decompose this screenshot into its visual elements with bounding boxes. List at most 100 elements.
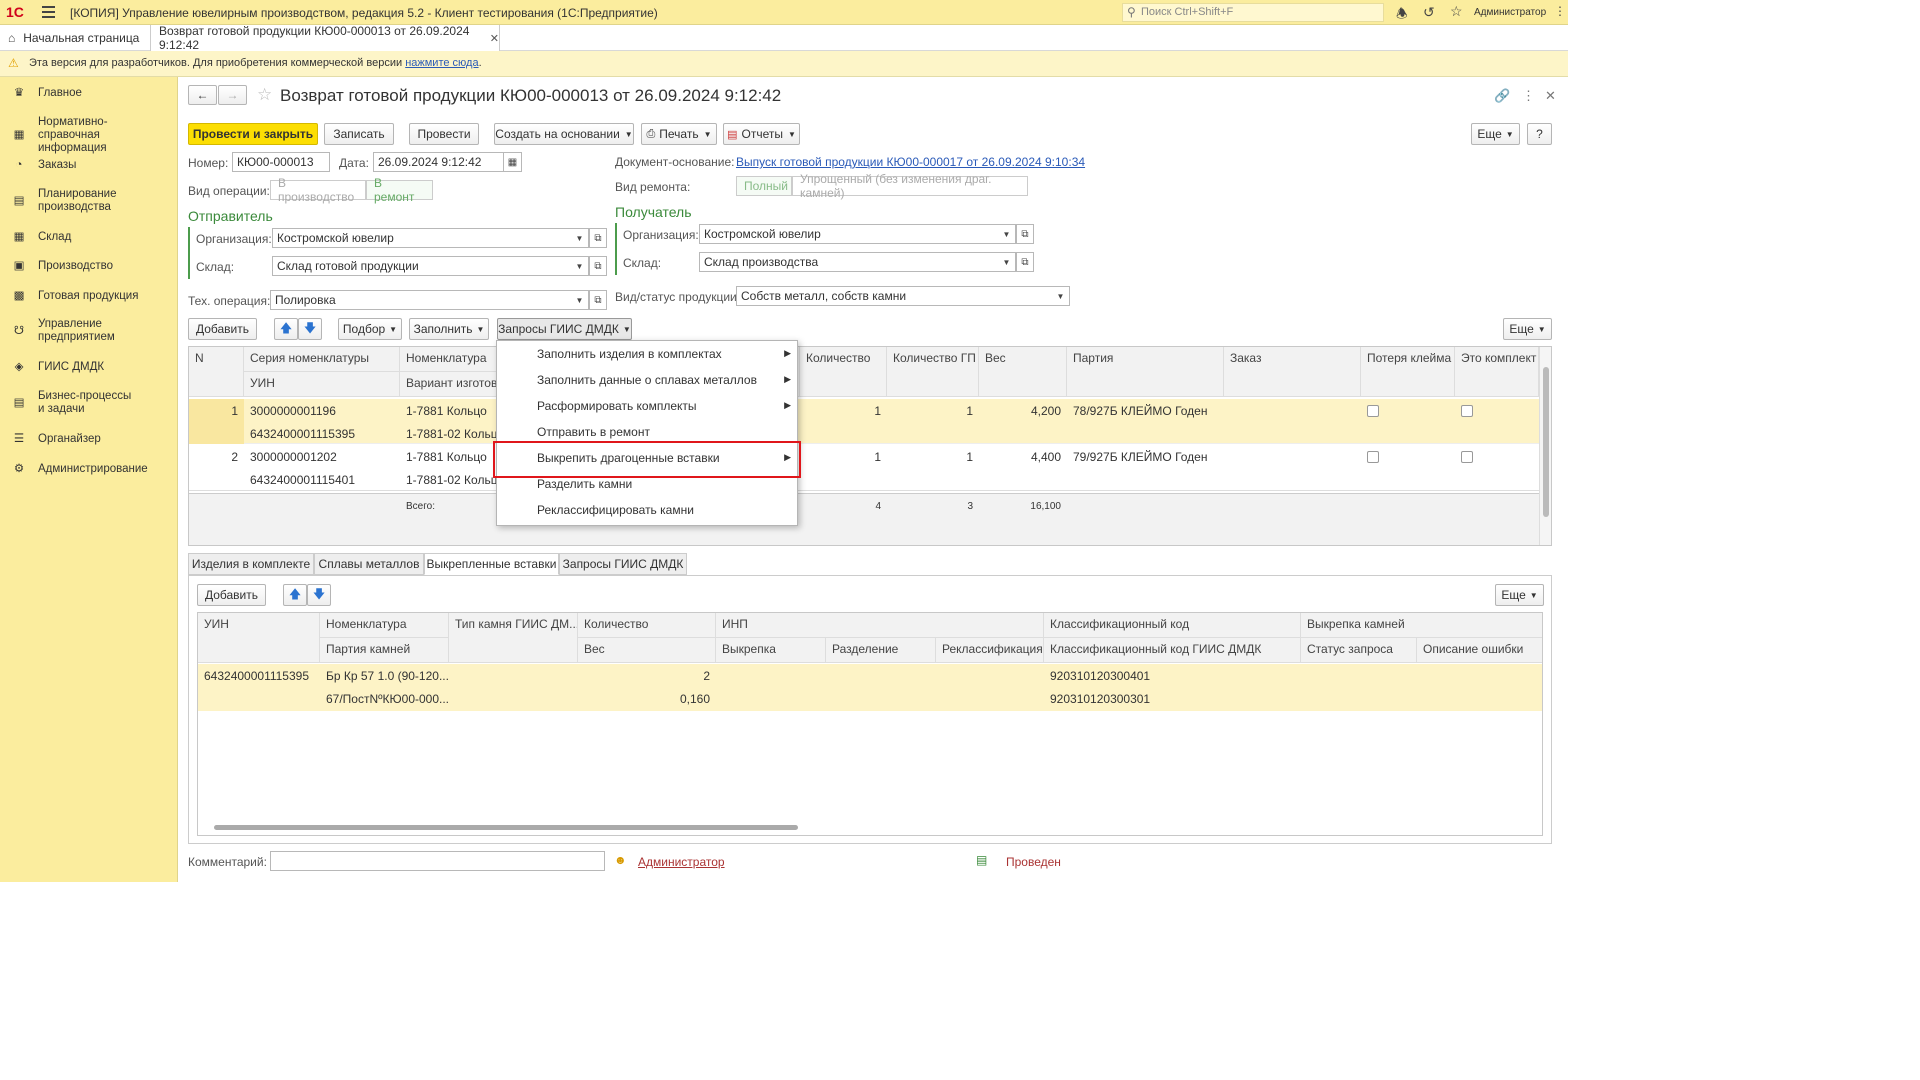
- chevron-down-icon[interactable]: ▼: [571, 290, 589, 310]
- receiver-org-field[interactable]: Костромской ювелир: [699, 224, 999, 244]
- col-qty[interactable]: Количество: [800, 347, 887, 397]
- sender-wh-field[interactable]: Склад готовой продукции: [272, 256, 572, 276]
- col-nom[interactable]: Номенклатура: [320, 613, 449, 638]
- table-row[interactable]: 1 3000000001196 6432400001115395 1-7881 …: [189, 399, 1539, 444]
- search-input[interactable]: Поиск Ctrl+Shift+F: [1141, 6, 1233, 18]
- vertical-scrollbar[interactable]: [1539, 347, 1551, 545]
- op-to-repair[interactable]: В ремонт: [366, 176, 433, 204]
- open-icon[interactable]: ⧉: [589, 290, 607, 310]
- col-req-status[interactable]: Статус запроса: [1301, 638, 1417, 663]
- window-menu-icon[interactable]: ⋮: [1554, 4, 1566, 18]
- bell-icon[interactable]: 🕭: [1396, 5, 1408, 27]
- create-based-button[interactable]: Создать на основании ▼: [494, 123, 634, 145]
- tab-giis-requests[interactable]: Запросы ГИИС ДМДК: [559, 553, 687, 575]
- tab-alloys[interactable]: Сплавы металлов: [314, 553, 424, 575]
- more-button[interactable]: Еще ▼: [1471, 123, 1520, 145]
- col-nom[interactable]: Номенклатура: [400, 347, 500, 372]
- post-and-close-button[interactable]: Провести и закрыть: [188, 123, 318, 145]
- chevron-down-icon[interactable]: ▼: [571, 256, 589, 276]
- products-table[interactable]: N Серия номенклатуры УИН Номенклатура Ва…: [188, 346, 1552, 546]
- add-button[interactable]: Добавить: [188, 318, 257, 340]
- menu-item-fill-alloys[interactable]: Заполнить данные о сплавах металлов ▶: [497, 368, 797, 394]
- sender-org-field[interactable]: Костромской ювелир: [272, 228, 572, 248]
- chevron-down-icon[interactable]: ▼: [998, 224, 1016, 244]
- menu-item-reclass-stones[interactable]: Реклассифицировать камни: [497, 498, 797, 524]
- table-row[interactable]: 2 3000000001202 6432400001115401 1-7881 …: [189, 445, 1539, 491]
- menu-item-fill-kits[interactable]: Заполнить изделия в комплектах ▶: [497, 342, 797, 368]
- sidebar-item-admin[interactable]: ⚙ Администрирование: [0, 462, 178, 476]
- sidebar-item-warehouse[interactable]: ▦ Склад: [0, 230, 178, 244]
- help-button[interactable]: ?: [1527, 123, 1552, 145]
- col-kit[interactable]: Это комплект: [1455, 347, 1539, 397]
- close-tab-icon[interactable]: ✕: [490, 32, 499, 45]
- lost-mark-checkbox[interactable]: [1367, 405, 1379, 417]
- col-lost-mark[interactable]: Потеря клейма: [1361, 347, 1455, 397]
- author-link[interactable]: Администратор: [638, 855, 725, 869]
- tab-kit-items[interactable]: Изделия в комплекте: [188, 553, 314, 575]
- back-button[interactable]: ←: [188, 85, 217, 105]
- col-vykrepka[interactable]: Выкрепка: [716, 638, 826, 663]
- sidebar-item-orders[interactable]: ◔ Заказы: [0, 158, 178, 172]
- sidebar-item-planning[interactable]: ▤ Планирование производства: [0, 188, 178, 214]
- chevron-down-icon[interactable]: ▼: [998, 252, 1016, 272]
- techop-field[interactable]: Полировка: [270, 290, 572, 310]
- global-search[interactable]: ⚲ Поиск Ctrl+Shift+F: [1122, 3, 1384, 22]
- col-split[interactable]: Разделение: [826, 638, 936, 663]
- print-button[interactable]: ⎙ Печать ▼: [641, 123, 717, 145]
- col-stone-type[interactable]: Тип камня ГИИС ДМ...: [449, 613, 578, 663]
- pick-button[interactable]: Подбор ▼: [338, 318, 402, 340]
- repair-simplified[interactable]: Упрощенный (без изменения драг. камней): [792, 172, 1028, 200]
- col-series[interactable]: Серия номенклатуры: [244, 347, 400, 372]
- col-order[interactable]: Заказ: [1224, 347, 1361, 397]
- table-row[interactable]: 6432400001115395 Бр Кр 57 1.0 (90-120...…: [198, 664, 1542, 711]
- main-menu-icon[interactable]: [42, 6, 55, 18]
- chevron-down-icon[interactable]: ▼: [571, 228, 589, 248]
- sidebar-item-management[interactable]: ☋ Управление предприятием: [0, 318, 178, 344]
- sidebar-item-giis[interactable]: ◈ ГИИС ДМДК: [0, 360, 178, 374]
- user-name[interactable]: Администратор: [1474, 7, 1546, 18]
- favorites-star-icon[interactable]: ☆: [1450, 3, 1463, 20]
- col-n[interactable]: N: [189, 347, 244, 397]
- giis-requests-button[interactable]: Запросы ГИИС ДМДК ▼: [497, 318, 632, 340]
- calendar-icon[interactable]: ▦: [504, 152, 522, 172]
- col-class-code-giis[interactable]: Классификационный код ГИИС ДМДК: [1044, 638, 1301, 663]
- sidebar-item-main[interactable]: ♛ Главное: [0, 86, 178, 100]
- open-icon[interactable]: ⧉: [589, 228, 607, 248]
- tab-document[interactable]: Возврат готовой продукции КЮ00-000013 от…: [150, 24, 500, 52]
- op-to-production[interactable]: В производство: [270, 176, 366, 204]
- tab-unset-inserts[interactable]: Выкрепленные вставки: [424, 553, 559, 575]
- forward-button[interactable]: →: [218, 85, 247, 105]
- col-error[interactable]: Описание ошибки: [1417, 638, 1542, 663]
- col-inp[interactable]: ИНП: [716, 613, 1044, 638]
- sidebar-item-bp[interactable]: ▤ Бизнес-процессы и задачи: [0, 390, 178, 416]
- col-batch[interactable]: Партия: [1067, 347, 1224, 397]
- close-icon[interactable]: ✕: [1545, 88, 1556, 104]
- link-icon[interactable]: 🔗: [1494, 88, 1510, 104]
- col-uin[interactable]: УИН: [244, 372, 400, 397]
- chevron-down-icon[interactable]: ▼: [1052, 286, 1070, 306]
- kit-checkbox[interactable]: [1461, 451, 1473, 463]
- history-icon[interactable]: ↺: [1423, 4, 1435, 21]
- receiver-wh-field[interactable]: Склад производства: [699, 252, 999, 272]
- open-icon[interactable]: ⧉: [1016, 224, 1034, 244]
- sidebar-item-finished[interactable]: ▩ Готовая продукция: [0, 289, 178, 303]
- base-doc-link[interactable]: Выпуск готовой продукции КЮ00-000017 от …: [736, 155, 1085, 169]
- move-up-button[interactable]: 🡅: [274, 318, 298, 340]
- move-down-button[interactable]: 🡇: [298, 318, 322, 340]
- sub-more-button[interactable]: Еще ▼: [1495, 584, 1544, 606]
- col-stone-batch[interactable]: Партия камней: [320, 638, 449, 663]
- col-unset[interactable]: Выкрепка камней: [1301, 613, 1542, 638]
- open-icon[interactable]: ⧉: [589, 256, 607, 276]
- sidebar-item-nsi[interactable]: ▦ Нормативно-справочная информация: [0, 116, 178, 155]
- sub-move-up-button[interactable]: 🡅: [283, 584, 307, 606]
- col-qty[interactable]: Количество: [578, 613, 716, 638]
- sub-move-down-button[interactable]: 🡇: [307, 584, 331, 606]
- menu-item-disband-kits[interactable]: Расформировать комплекты ▶: [497, 394, 797, 420]
- buy-link[interactable]: нажмите сюда: [405, 57, 478, 69]
- col-reclass[interactable]: Реклассификация: [936, 638, 1044, 663]
- app-logo[interactable]: 1С: [6, 4, 24, 20]
- favorite-star-icon[interactable]: ☆: [257, 85, 272, 105]
- date-field[interactable]: 26.09.2024 9:12:42: [373, 152, 504, 172]
- sub-add-button[interactable]: Добавить: [197, 584, 266, 606]
- open-icon[interactable]: ⧉: [1016, 252, 1034, 272]
